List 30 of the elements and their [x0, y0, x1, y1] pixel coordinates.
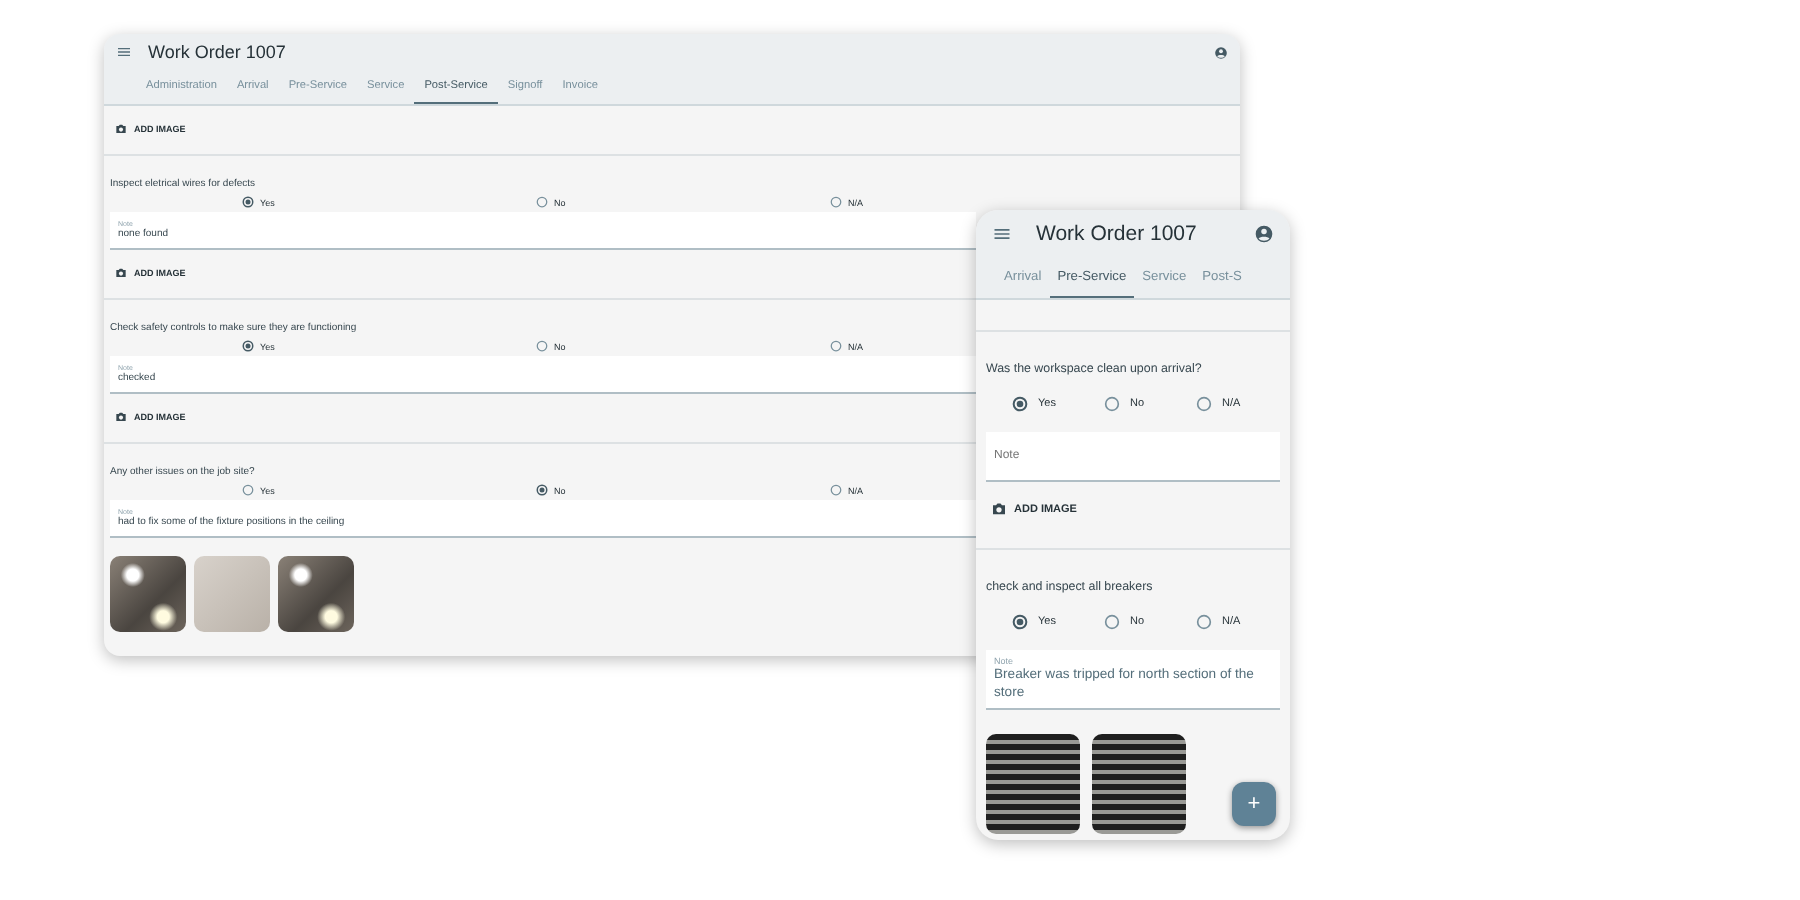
radio-icon[interactable] [1012, 396, 1028, 412]
radio-icon[interactable] [1012, 614, 1028, 630]
photo-placeholder[interactable] [278, 556, 354, 632]
radio-icon[interactable] [830, 196, 842, 208]
radio-icon[interactable] [242, 196, 254, 208]
radio-icon[interactable] [242, 340, 254, 352]
menu-icon[interactable] [116, 44, 132, 60]
add-button[interactable]: + [1232, 782, 1276, 826]
radio-icon[interactable] [242, 484, 254, 496]
radio-icon[interactable] [830, 484, 842, 496]
menu-icon[interactable] [992, 223, 1012, 243]
radio-icon[interactable] [1196, 396, 1212, 412]
camera-icon [114, 122, 128, 136]
radio-icon[interactable] [536, 196, 548, 208]
photo-placeholder[interactable] [986, 734, 1080, 834]
radio-icon[interactable] [536, 340, 548, 352]
radio-icon[interactable] [1104, 614, 1120, 630]
window-title: Work Order 1007 [1036, 221, 1197, 245]
radio-icon[interactable] [1196, 614, 1212, 630]
camera-icon [114, 266, 128, 280]
camera-icon [114, 410, 128, 424]
window-title: Work Order 1007 [148, 42, 286, 62]
radio-icon[interactable] [536, 484, 548, 496]
camera-icon [990, 500, 1008, 518]
radio-icon[interactable] [830, 340, 842, 352]
account-icon[interactable] [1254, 223, 1274, 243]
photo-placeholder[interactable] [110, 556, 186, 632]
radio-icon[interactable] [1104, 396, 1120, 412]
account-icon[interactable] [1214, 45, 1228, 59]
photo-placeholder[interactable] [1092, 734, 1186, 834]
